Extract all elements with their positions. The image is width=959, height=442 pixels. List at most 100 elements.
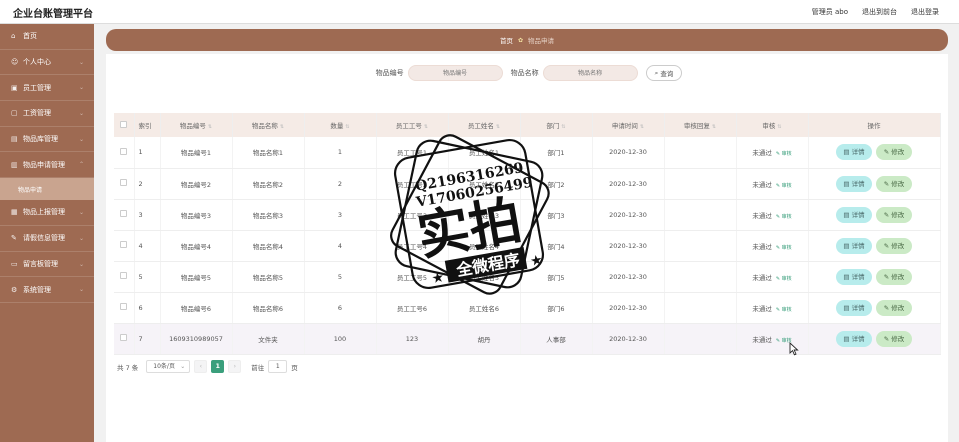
- detail-button[interactable]: ▤ 详情: [836, 175, 872, 192]
- sidebar-item-leave[interactable]: ✎ 请假信息管理 ⌄: [0, 226, 94, 252]
- detail-button[interactable]: ▤ 详情: [836, 299, 872, 316]
- edit-button[interactable]: ✎ 修改: [876, 330, 912, 347]
- col-index: 索引: [134, 113, 161, 137]
- sort-icon: ⇅: [777, 124, 782, 130]
- document-icon: ▤: [843, 303, 850, 312]
- col-apply-date[interactable]: 申请时间 ⇅: [592, 113, 665, 137]
- col-item-code[interactable]: 物品编号 ⇅: [160, 113, 233, 137]
- cell-apply-date: 2020-12-30: [592, 323, 665, 355]
- document-icon: ▤: [843, 148, 850, 157]
- query-button[interactable]: ⌕ 查询: [645, 65, 683, 81]
- edit-button[interactable]: ✎ 修改: [876, 206, 912, 223]
- detail-button[interactable]: ▤ 详情: [836, 144, 872, 161]
- detail-button[interactable]: ▤ 详情: [836, 237, 872, 254]
- logout-link[interactable]: 退出登录: [911, 7, 939, 17]
- item-code-input[interactable]: [407, 65, 503, 81]
- breadcrumb-home[interactable]: 首页: [500, 35, 513, 45]
- cell-dept: 人事部: [520, 323, 593, 355]
- breadcrumb-current: 物品申请: [528, 37, 555, 45]
- table-row: 7 1609310989057 文件夹 100 123 胡丹 人事部 2020-12-30 未通…: [114, 323, 941, 355]
- cell-index: 5: [134, 261, 161, 293]
- edit-icon: ✎: [775, 182, 781, 189]
- home-icon: ⌂: [11, 32, 16, 41]
- sidebar-item-system[interactable]: ⚙ 系统管理 ⌄: [0, 277, 94, 303]
- col-audit-reply[interactable]: 审核回复 ⇅: [664, 113, 737, 137]
- sidebar-item-home[interactable]: ⌂ 首页: [0, 24, 94, 50]
- table-header-row: 索引 物品编号 ⇅ 物品名称 ⇅ 数量 ⇅ 员工工号 ⇅ 员工姓名 ⇅ 部门 ⇅ 申请时间 ⇅…: [114, 113, 941, 137]
- detail-button[interactable]: ▤ 详情: [836, 330, 872, 347]
- sidebar-item-item-library[interactable]: ▤ 物品库管理 ⌄: [0, 127, 94, 153]
- cell-quantity: 1: [304, 137, 377, 169]
- prev-page-button[interactable]: ‹: [194, 360, 208, 373]
- sidebar-item-item-apply[interactable]: ▥ 物品申请管理 ⌃: [0, 152, 94, 179]
- cell-actions: ▤ 详情 ✎ 修改: [808, 261, 941, 293]
- cell-actions: ▤ 详情 ✎ 修改: [808, 323, 941, 355]
- cell-emp-no: 员工工号6: [376, 292, 449, 324]
- document-icon: ▤: [843, 241, 850, 250]
- audit-link[interactable]: ✎ 审核: [776, 214, 792, 220]
- sidebar-item-staff[interactable]: ▣ 员工管理 ⌄: [0, 75, 94, 102]
- audit-link[interactable]: ✎ 审核: [776, 151, 792, 157]
- edit-icon: ✎: [775, 213, 781, 220]
- chevron-up-icon: ⌃: [78, 161, 84, 169]
- row-checkbox[interactable]: [114, 230, 135, 262]
- col-item-name[interactable]: 物品名称 ⇅: [232, 113, 305, 137]
- cell-item-name: 物品名称1: [232, 137, 305, 169]
- item-name-input[interactable]: [542, 65, 638, 81]
- page-size-select[interactable]: 10条/页 ⌄: [146, 360, 191, 373]
- cell-quantity: 4: [304, 230, 377, 262]
- row-checkbox[interactable]: [114, 323, 135, 355]
- edit-button[interactable]: ✎ 修改: [876, 175, 912, 192]
- row-checkbox[interactable]: [114, 261, 135, 293]
- document-icon: ▤: [843, 210, 850, 219]
- sort-icon: ⇅: [423, 124, 429, 130]
- detail-button[interactable]: ▤ 详情: [836, 268, 872, 285]
- next-page-button[interactable]: ›: [228, 360, 242, 373]
- cell-audit-reply: [664, 168, 737, 200]
- cell-emp-name: 员工姓名1: [448, 137, 521, 169]
- cell-index: 2: [134, 168, 161, 200]
- audit-link[interactable]: ✎ 审核: [776, 183, 792, 189]
- col-dept[interactable]: 部门 ⇅: [520, 113, 593, 137]
- audit-link[interactable]: ✎ 审核: [776, 276, 792, 282]
- sidebar-subitem-item-apply[interactable]: 物品申请: [0, 178, 94, 201]
- sidebar-item-item-report[interactable]: ▦ 物品上报管理 ⌄: [0, 200, 94, 226]
- exit-to-front-link[interactable]: 退出到前台: [862, 7, 897, 17]
- edit-button[interactable]: ✎ 修改: [876, 268, 912, 285]
- goto-label: 前往: [251, 363, 265, 372]
- goto-page-input[interactable]: [268, 360, 288, 373]
- cell-item-name: 物品名称5: [232, 261, 305, 293]
- col-audit[interactable]: 审核 ⇅: [736, 113, 809, 137]
- sort-icon: ⇅: [279, 124, 285, 130]
- audit-link[interactable]: ✎ 审核: [776, 245, 792, 251]
- row-checkbox[interactable]: [114, 168, 135, 200]
- row-checkbox[interactable]: [114, 199, 135, 231]
- detail-button[interactable]: ▤ 详情: [836, 206, 872, 223]
- col-quantity[interactable]: 数量 ⇅: [304, 113, 377, 137]
- col-emp-no[interactable]: 员工工号 ⇅: [376, 113, 449, 137]
- cell-emp-no: 员工工号3: [376, 199, 449, 231]
- edit-button[interactable]: ✎ 修改: [876, 299, 912, 316]
- sidebar-item-label: 物品上报管理: [23, 208, 65, 217]
- edit-button[interactable]: ✎ 修改: [876, 144, 912, 161]
- chevron-down-icon: ⌄: [78, 58, 84, 66]
- row-checkbox[interactable]: [114, 137, 135, 169]
- page-suffix: 页: [291, 363, 298, 372]
- col-emp-name[interactable]: 员工姓名 ⇅: [448, 113, 521, 137]
- audit-link[interactable]: ✎ 审核: [776, 307, 792, 313]
- cell-audit-reply: [664, 323, 737, 355]
- page-number-1[interactable]: 1: [211, 360, 225, 373]
- sidebar-item-message-board[interactable]: ▭ 留言板管理 ⌄: [0, 252, 94, 278]
- cell-actions: ▤ 详情 ✎ 修改: [808, 199, 941, 231]
- edit-button[interactable]: ✎ 修改: [876, 237, 912, 254]
- cell-dept: 部门1: [520, 137, 593, 169]
- edit-icon: ✎: [775, 244, 781, 251]
- pencil-icon: ✎: [883, 334, 890, 343]
- sidebar: ⌂ 首页 ☺ 个人中心 ⌄ ▣ 员工管理 ⌄ ▢ 工资管理 ⌄ ▤ 物品库管理 ⌄ ▥ 物品申请管理…: [0, 24, 94, 442]
- table-row: 4 物品编号4 物品名称4 4 员工工号4 员工姓名4 部门4 2020-12-30 未通过 ✎ …: [114, 230, 941, 262]
- row-checkbox[interactable]: [114, 292, 135, 324]
- sidebar-item-personal-center[interactable]: ☺ 个人中心 ⌄: [0, 50, 94, 76]
- select-all-checkbox[interactable]: [114, 113, 135, 137]
- sidebar-item-salary[interactable]: ▢ 工资管理 ⌄: [0, 101, 94, 127]
- sidebar-item-label: 物品库管理: [23, 135, 58, 144]
